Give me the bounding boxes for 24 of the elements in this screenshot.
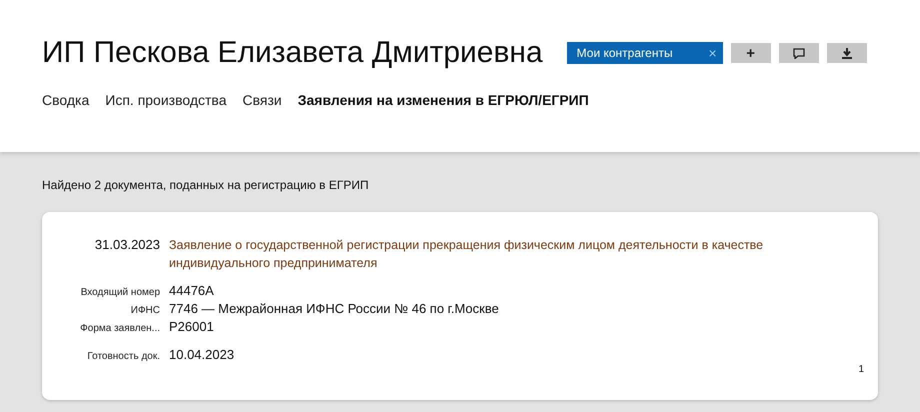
- field-label: ИФНС: [130, 305, 160, 316]
- tab[interactable]: Исп. производства: [105, 92, 226, 108]
- field-value: Р26001: [169, 319, 214, 334]
- close-button[interactable]: ×: [706, 45, 719, 61]
- field-value: 44476А: [169, 283, 214, 298]
- tab[interactable]: Связи: [242, 92, 282, 108]
- document-link[interactable]: Заявление о государственной регистрации прекращения физическим лицом деятельности в качестве индивидуального предпринимателя: [169, 236, 864, 272]
- field-value: 10.04.2023: [169, 347, 234, 362]
- field-label: Готовность док.: [86, 351, 160, 362]
- tab[interactable]: Сводка: [42, 92, 90, 108]
- comment-icon: [792, 48, 805, 58]
- add-button[interactable]: +: [730, 43, 771, 63]
- page-title: ИП Пескова Елизавета Дмитриевна: [42, 36, 543, 70]
- document-date: 31.03.2023: [94, 237, 160, 252]
- field-label: Форма заявлен...: [79, 323, 160, 334]
- field-label: Входящий номер: [80, 287, 160, 298]
- download-button[interactable]: [826, 43, 867, 63]
- download-icon: [842, 48, 852, 58]
- tag-label: Мои контрагенты: [576, 46, 673, 60]
- tab[interactable]: Заявления на изменения в ЕГРЮЛ/ЕГРИП: [298, 92, 589, 108]
- field-value: 7746 — Межрайонная ИФНС России № 46 по г.Москве: [169, 301, 499, 316]
- result-count: Найдено 2 документа, поданных на регистрацию в ЕГРИП: [42, 178, 370, 192]
- comment-button[interactable]: [778, 43, 819, 63]
- page-number[interactable]: 1: [858, 364, 864, 375]
